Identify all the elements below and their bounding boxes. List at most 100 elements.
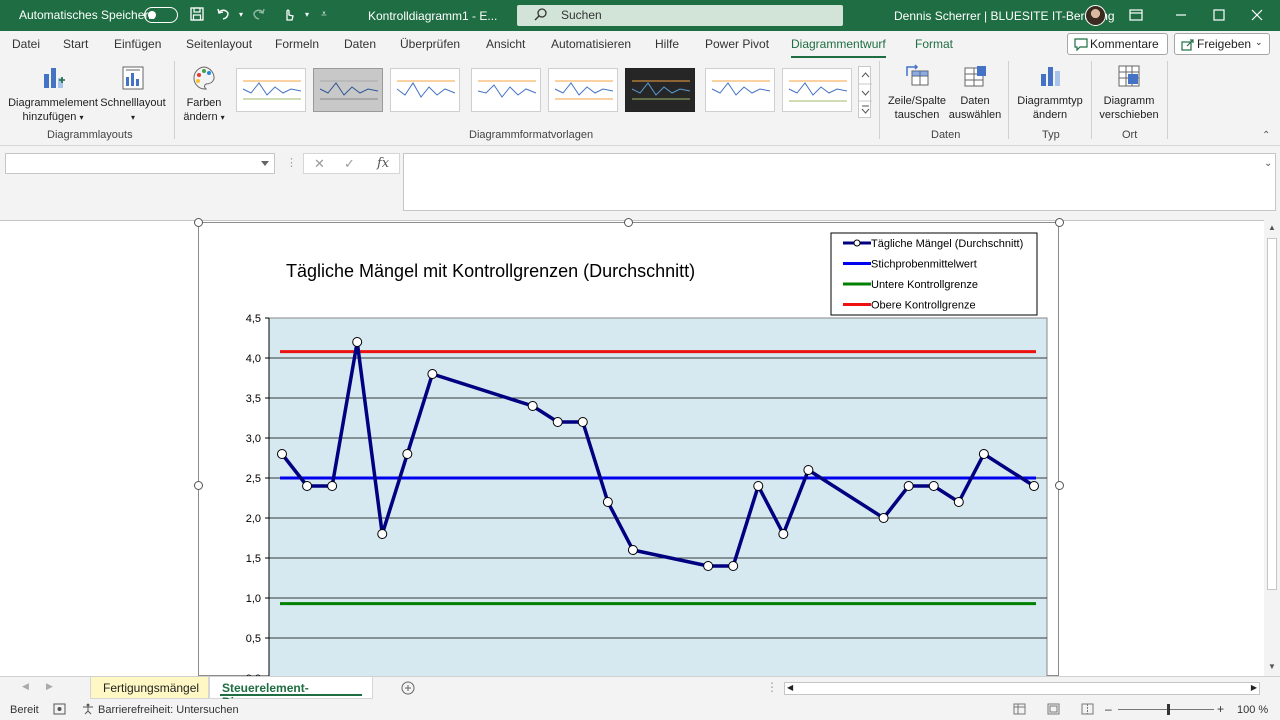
expand-formula-icon[interactable]: ⌄ bbox=[1264, 158, 1272, 169]
undo-icon[interactable] bbox=[214, 6, 232, 24]
zoom-slider[interactable] bbox=[1118, 709, 1214, 710]
tab-formeln[interactable]: Formeln bbox=[275, 37, 319, 51]
chart-style-7[interactable] bbox=[705, 68, 775, 112]
zoom-in-icon[interactable]: + bbox=[1217, 702, 1224, 716]
save-icon[interactable] bbox=[188, 6, 206, 24]
scroll-right-icon[interactable]: ▶ bbox=[1251, 683, 1257, 692]
status-ready: Bereit bbox=[10, 704, 39, 716]
customize-toolbar-icon[interactable]: ⩡ bbox=[315, 6, 333, 24]
maximize-icon[interactable] bbox=[1209, 6, 1229, 24]
comment-icon bbox=[1074, 38, 1088, 51]
color-palette-icon bbox=[193, 66, 215, 90]
name-box[interactable] bbox=[5, 153, 275, 174]
select-data-button[interactable]: Daten auswählen bbox=[948, 62, 1002, 122]
share-label: Freigeben bbox=[1197, 37, 1252, 51]
switch-row-column-button[interactable]: Zeile/Spalte tauschen bbox=[886, 62, 948, 122]
tab-ansicht[interactable]: Ansicht bbox=[486, 37, 525, 51]
vertical-scrollbar[interactable]: ▲ ▼ bbox=[1264, 220, 1280, 676]
search-box[interactable]: Suchen bbox=[517, 5, 843, 26]
chart-area[interactable]: 0,00,51,01,52,02,53,03,54,04,5Tägliche M… bbox=[198, 222, 1060, 685]
avatar[interactable] bbox=[1085, 5, 1106, 26]
cancel-icon[interactable]: ✕ bbox=[314, 156, 325, 172]
touch-mode-icon[interactable] bbox=[280, 6, 298, 24]
macro-record-icon[interactable] bbox=[53, 703, 66, 715]
tab-hilfe[interactable]: Hilfe bbox=[655, 37, 679, 51]
data-point bbox=[953, 497, 964, 507]
status-accessibility[interactable]: Barrierefreiheit: Untersuchen bbox=[98, 704, 239, 716]
change-chart-type-button[interactable]: Diagrammtyp ändern bbox=[1014, 62, 1086, 122]
resize-handle-tr[interactable] bbox=[1055, 218, 1064, 227]
move-chart-icon bbox=[1118, 65, 1140, 87]
chart-style-6[interactable] bbox=[625, 68, 695, 112]
move-chart-button[interactable]: Diagramm verschieben bbox=[1096, 62, 1162, 122]
share-dropdown-icon[interactable]: ⌄ bbox=[1255, 37, 1263, 48]
quick-layout-button[interactable]: Schnelllayout ▾ bbox=[100, 64, 166, 125]
sheet-tab-fertigungsmaengel[interactable]: Fertigungsmängel bbox=[90, 677, 209, 699]
chevron-down-icon[interactable] bbox=[261, 161, 269, 166]
normal-view-icon[interactable] bbox=[1013, 703, 1026, 715]
data-point bbox=[703, 561, 714, 571]
status-bar: Bereit Barrierefreiheit: Untersuchen – +… bbox=[0, 699, 1280, 720]
tab-ueberpruefen[interactable]: Überprüfen bbox=[400, 37, 460, 51]
resize-handle-right[interactable] bbox=[1055, 481, 1064, 490]
touch-dropdown-icon[interactable]: ▾ bbox=[298, 6, 316, 24]
vertical-scroll-thumb[interactable] bbox=[1267, 238, 1277, 590]
sheet-next-icon[interactable]: ▶ bbox=[46, 681, 53, 692]
tab-diagrammentwurf[interactable]: Diagrammentwurf bbox=[791, 37, 886, 59]
zoom-level[interactable]: 100 % bbox=[1237, 704, 1268, 716]
tab-daten[interactable]: Daten bbox=[344, 37, 376, 51]
ribbon-options-icon[interactable] bbox=[1126, 6, 1146, 24]
sheet-prev-icon[interactable]: ◀ bbox=[22, 681, 29, 692]
search-placeholder: Suchen bbox=[561, 8, 602, 22]
page-break-view-icon[interactable] bbox=[1081, 703, 1094, 715]
split-handle[interactable]: ⋮ bbox=[766, 680, 778, 694]
y-tick-label: 4,0 bbox=[246, 353, 261, 365]
chart-style-4[interactable] bbox=[471, 68, 541, 112]
collapse-ribbon-icon[interactable]: ⌃ bbox=[1262, 130, 1270, 141]
insert-function-icon[interactable]: fx bbox=[377, 156, 389, 171]
enter-icon[interactable]: ✓ bbox=[344, 156, 355, 172]
add-chart-element-button[interactable]: Diagrammelement hinzufügen ▾ bbox=[8, 64, 98, 125]
tab-datei[interactable]: Datei bbox=[12, 37, 40, 51]
scroll-down-icon[interactable]: ▼ bbox=[1268, 662, 1276, 671]
tab-power-pivot[interactable]: Power Pivot bbox=[705, 37, 769, 51]
tab-einfuegen[interactable]: Einfügen bbox=[114, 37, 161, 51]
chart-style-2[interactable] bbox=[313, 68, 383, 112]
data-point bbox=[277, 449, 287, 459]
tab-seitenlayout[interactable]: Seitenlayout bbox=[186, 37, 252, 51]
chart-style-8[interactable] bbox=[782, 68, 852, 112]
horizontal-scrollbar[interactable]: ◀ ▶ bbox=[784, 682, 1260, 695]
resize-handle-top[interactable] bbox=[624, 218, 633, 227]
chart-style-3[interactable] bbox=[390, 68, 460, 112]
chart-style-5[interactable] bbox=[548, 68, 618, 112]
minimize-icon[interactable] bbox=[1171, 6, 1191, 24]
scroll-up-icon[interactable]: ▲ bbox=[1268, 223, 1276, 232]
data-point bbox=[377, 529, 388, 539]
formula-input[interactable] bbox=[403, 153, 1276, 211]
scroll-left-icon[interactable]: ◀ bbox=[787, 683, 793, 692]
tab-format[interactable]: Format bbox=[915, 37, 953, 51]
change-colors-button[interactable]: Farben ändern ▾ bbox=[180, 64, 228, 125]
gallery-scroll[interactable] bbox=[858, 66, 872, 118]
undo-dropdown-icon[interactable]: ▾ bbox=[232, 6, 250, 24]
close-icon[interactable] bbox=[1247, 6, 1267, 24]
more-icon: ⋮ bbox=[286, 157, 297, 169]
accessibility-icon[interactable] bbox=[82, 703, 94, 715]
resize-handle-tl[interactable] bbox=[194, 218, 203, 227]
tab-automatisieren[interactable]: Automatisieren bbox=[551, 37, 631, 51]
share-button[interactable]: Freigeben ⌄ bbox=[1174, 33, 1270, 55]
zoom-out-icon[interactable]: – bbox=[1105, 702, 1112, 716]
autosave-toggle[interactable] bbox=[144, 7, 178, 23]
formula-bar: ⋮ ✕ ✓ fx ⌄ bbox=[0, 146, 1280, 220]
sheet-tab-steuerelement-diagramm[interactable]: Steuerelement-Diagramm bbox=[209, 677, 373, 709]
chart-style-gallery bbox=[230, 64, 858, 120]
control-chart[interactable]: 0,00,51,01,52,02,53,03,54,04,5Tägliche M… bbox=[199, 223, 1060, 685]
chart-style-1[interactable] bbox=[236, 68, 306, 112]
add-sheet-icon[interactable] bbox=[401, 681, 415, 695]
tab-start[interactable]: Start bbox=[63, 37, 88, 51]
colors-label-2: ändern bbox=[183, 111, 218, 123]
resize-handle-left[interactable] bbox=[194, 481, 203, 490]
zoom-slider-thumb[interactable] bbox=[1167, 704, 1170, 715]
comments-button[interactable]: Kommentare bbox=[1067, 33, 1168, 55]
page-layout-view-icon[interactable] bbox=[1047, 703, 1060, 715]
